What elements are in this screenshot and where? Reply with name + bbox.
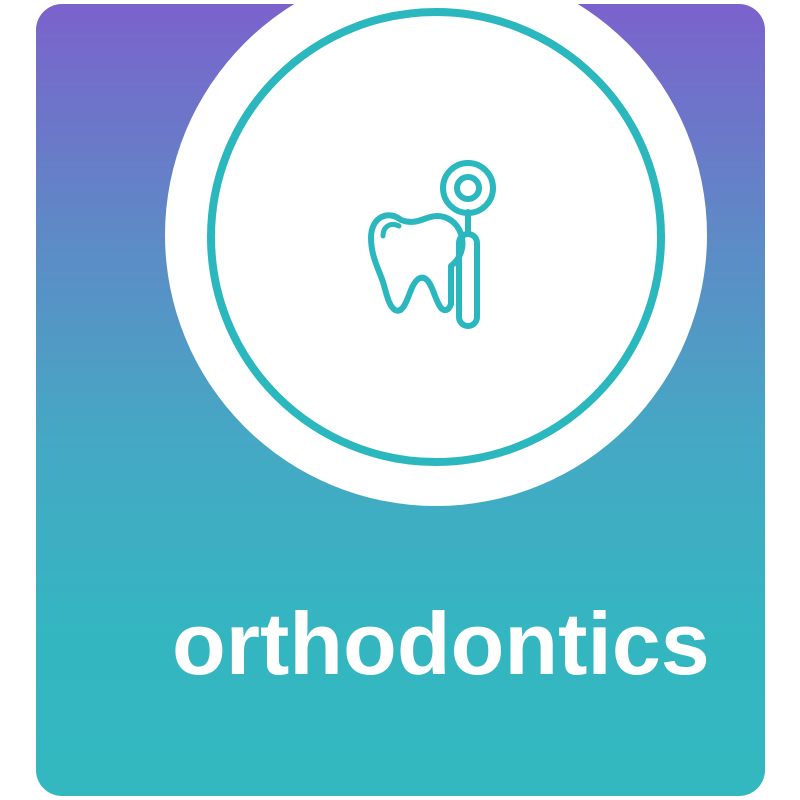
card-title: orthodontics: [172, 594, 710, 693]
service-card[interactable]: orthodontics: [36, 4, 765, 796]
tooth-dental-mirror-icon: [361, 154, 511, 344]
